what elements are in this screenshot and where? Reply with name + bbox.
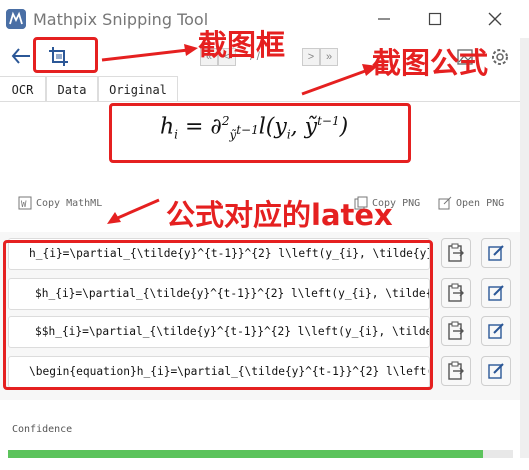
- edit-icon[interactable]: [481, 278, 511, 308]
- tab-data[interactable]: Data: [46, 76, 98, 102]
- annotation-latex-label: 公式对应的latex: [166, 198, 393, 232]
- scrollbar[interactable]: [520, 38, 529, 458]
- edit-icon[interactable]: [481, 316, 511, 346]
- copy-to-clipboard-icon[interactable]: [441, 278, 471, 308]
- open-png-button[interactable]: Open PNG: [438, 196, 504, 210]
- arrow-annotation-snip: [100, 38, 200, 73]
- external-link-icon: [438, 196, 452, 210]
- tab-original[interactable]: Original: [98, 76, 178, 102]
- confidence-label: Confidence: [12, 424, 73, 435]
- svg-text:W: W: [21, 200, 27, 210]
- copy-mathml-button[interactable]: W Copy MathML: [18, 196, 102, 210]
- rendered-formula: hi = ∂2ỹt−1l(yi, ỹt−1): [160, 114, 349, 142]
- copy-to-clipboard-icon[interactable]: [441, 316, 471, 346]
- mathpix-logo-icon: [6, 9, 26, 29]
- edit-icon[interactable]: [481, 238, 511, 268]
- word-doc-icon: W: [18, 196, 32, 210]
- minimize-icon[interactable]: [373, 8, 395, 30]
- arrow-left-icon[interactable]: [10, 46, 32, 71]
- copy-to-clipboard-icon[interactable]: [441, 356, 471, 386]
- annotation-formula-label: 截图公式: [372, 46, 489, 80]
- close-icon[interactable]: [484, 8, 506, 30]
- edit-icon[interactable]: [481, 356, 511, 386]
- annotation-snip-label: 截图框: [198, 28, 286, 62]
- settings-gear-icon[interactable]: [490, 47, 510, 72]
- tab-ocr[interactable]: OCR: [0, 76, 46, 102]
- confidence-bar: [8, 450, 513, 458]
- snip-highlight-box: [33, 37, 98, 73]
- latex-highlight-box: [3, 240, 433, 390]
- arrow-annotation-formula: [300, 60, 380, 105]
- tab-divider: [0, 101, 529, 102]
- arrow-annotation-latex: [105, 196, 165, 231]
- maximize-icon[interactable]: [424, 8, 446, 30]
- confidence-bar-fill: [8, 450, 483, 458]
- copy-to-clipboard-icon[interactable]: [441, 238, 471, 268]
- window-title: Mathpix Snipping Tool: [33, 10, 209, 29]
